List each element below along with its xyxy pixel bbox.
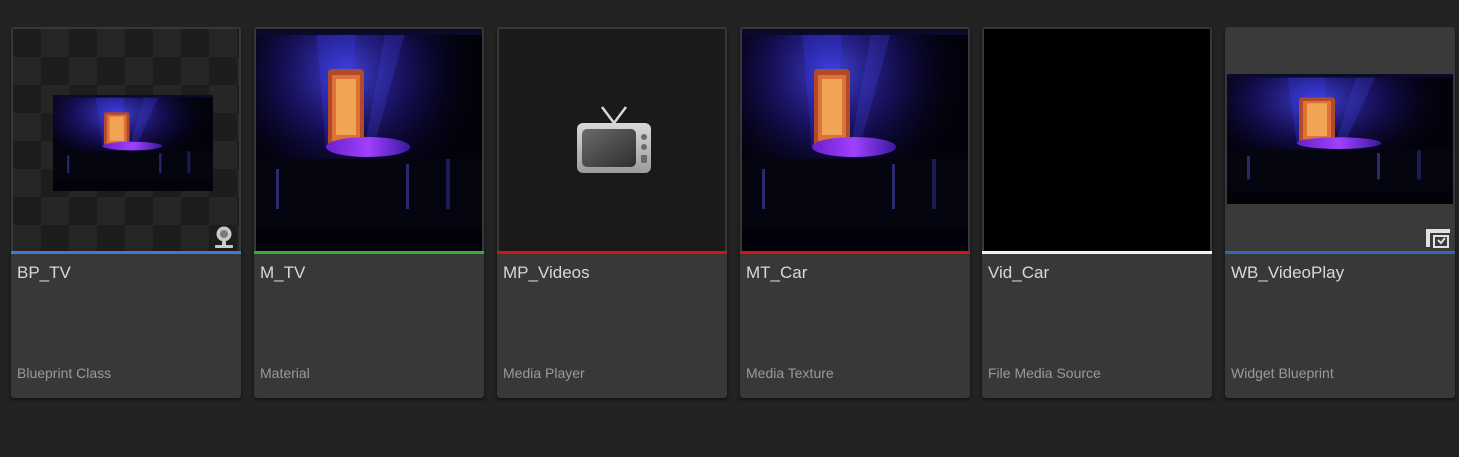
asset-thumbnail <box>256 29 482 251</box>
asset-thumbnail <box>742 29 968 251</box>
asset-name: WB_VideoPlay <box>1231 263 1345 282</box>
asset-type-bar <box>497 251 727 254</box>
asset-tile-bp-tv[interactable]: BP_TV Blueprint Class <box>11 27 241 398</box>
asset-type-label: Widget Blueprint <box>1231 365 1334 381</box>
asset-tile-mp-videos[interactable]: MP_Videos Media Player <box>497 27 727 398</box>
asset-tile-vid-car[interactable]: Vid_Car File Media Source <box>982 27 1212 398</box>
camera-icon <box>215 226 233 248</box>
asset-tile-mt-car[interactable]: MT_Car Media Texture <box>740 27 970 398</box>
asset-name: BP_TV <box>17 263 71 282</box>
asset-type-bar <box>1225 251 1455 254</box>
asset-type-label: Blueprint Class <box>17 365 112 381</box>
asset-tile-wb-videoplay[interactable]: WB_VideoPlay Widget Blueprint <box>1225 27 1455 398</box>
asset-type-label: Material <box>260 365 310 381</box>
asset-thumbnail <box>499 29 725 251</box>
asset-name: M_TV <box>260 263 306 282</box>
asset-type-bar <box>11 251 241 254</box>
blueprint-preview <box>53 95 213 191</box>
asset-type-label: Media Player <box>503 365 585 381</box>
widget-preview <box>1227 74 1453 204</box>
tv-icon <box>577 106 651 173</box>
asset-type-bar <box>740 251 970 254</box>
asset-thumbnail <box>13 29 239 251</box>
asset-tile-m-tv[interactable]: M_TV Material <box>254 27 484 398</box>
media-texture-preview <box>742 29 968 251</box>
asset-type-bar <box>254 251 484 254</box>
asset-type-label: File Media Source <box>988 365 1101 381</box>
asset-name: MP_Videos <box>503 263 590 282</box>
asset-type-bar <box>982 251 1212 254</box>
asset-name: Vid_Car <box>988 263 1050 282</box>
material-preview <box>256 29 482 251</box>
widget-icon <box>1426 229 1450 248</box>
asset-thumbnail <box>1227 29 1453 251</box>
asset-grid: BP_TV Blueprint Class M_TV Material MP_V… <box>0 0 1459 457</box>
asset-name: MT_Car <box>746 263 808 282</box>
asset-type-label: Media Texture <box>746 365 834 381</box>
asset-thumbnail <box>984 29 1210 251</box>
